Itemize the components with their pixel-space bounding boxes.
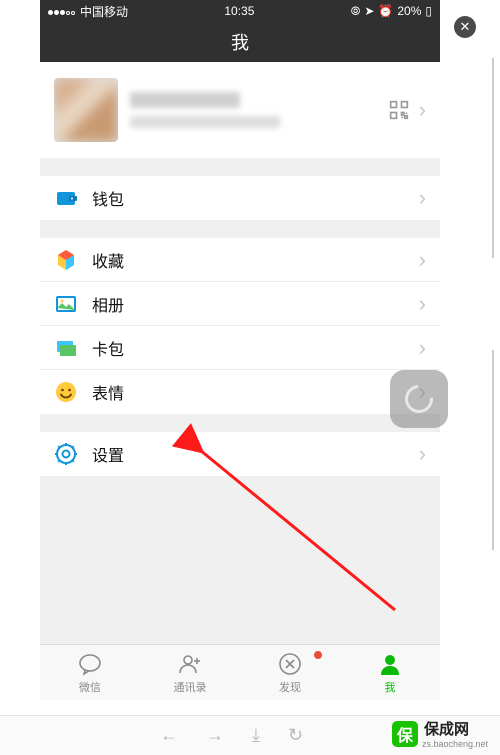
emoji-icon: [54, 380, 78, 404]
location-icon: ➤: [364, 4, 374, 18]
refresh-icon[interactable]: ↻: [288, 725, 303, 746]
watermark-logo-icon: 保: [392, 721, 418, 747]
menu-row-fav[interactable]: 收藏›: [40, 238, 440, 282]
discover-badge: [314, 651, 322, 659]
menu-label: 相册: [92, 292, 419, 316]
back-icon[interactable]: ←: [160, 725, 178, 746]
menu-row-card[interactable]: 卡包›: [40, 326, 440, 370]
menu-row-album[interactable]: 相册›: [40, 282, 440, 326]
battery-icon: ▯: [425, 4, 432, 18]
status-bar: 中国移动 10:35 ⦾ ➤ ⏰ 20% ▯: [40, 0, 440, 22]
chevron-right-icon: ›: [419, 249, 426, 271]
watermark-brand: 保成网: [424, 718, 488, 739]
chat-tab-icon: [77, 651, 103, 677]
tab-contacts[interactable]: 通讯录: [140, 645, 240, 700]
alarm-icon: ⏰: [378, 4, 393, 18]
discover-tab-icon: [277, 651, 303, 677]
forward-icon[interactable]: →: [206, 725, 224, 746]
avatar: [54, 78, 118, 142]
menu-row-wallet[interactable]: 钱包›: [40, 176, 440, 220]
contacts-tab-icon: [177, 651, 203, 677]
signal-dots-icon: [48, 4, 76, 18]
tab-label: 微信: [79, 679, 101, 695]
nav-bar: 我: [40, 22, 440, 62]
fav-icon: [54, 248, 78, 272]
close-button[interactable]: ✕: [454, 16, 476, 38]
wallet-icon: [54, 186, 78, 210]
download-icon[interactable]: ⤓: [252, 725, 260, 746]
menu-row-settings[interactable]: 设置›: [40, 432, 440, 476]
clock: 10:35: [224, 4, 254, 18]
chevron-right-icon: ›: [419, 187, 426, 209]
menu-label: 收藏: [92, 248, 419, 272]
tab-me[interactable]: 我: [340, 645, 440, 700]
profile-row[interactable]: ›: [40, 62, 440, 158]
lock-icon: ⦾: [351, 4, 361, 19]
watermark-url: zs.baocheng.net: [422, 739, 488, 749]
menu-label: 设置: [92, 442, 419, 466]
watermark: 保 保成网 zs.baocheng.net: [392, 718, 488, 749]
chevron-right-icon: ›: [419, 99, 426, 121]
menu-row-emoji[interactable]: 表情›: [40, 370, 440, 414]
album-icon: [54, 292, 78, 316]
me-tab-icon: [377, 651, 403, 677]
qr-icon[interactable]: [389, 100, 409, 120]
profile-name-blur: [130, 92, 240, 108]
scroll-indicator: [492, 58, 494, 258]
menu-label: 卡包: [92, 336, 419, 360]
tab-discover[interactable]: 发现: [240, 645, 340, 700]
menu-label: 钱包: [92, 186, 419, 210]
loading-icon: [399, 379, 438, 418]
tab-bar: 微信 通讯录 发现 我: [40, 644, 440, 700]
menu-label: 表情: [92, 380, 419, 404]
battery-pct: 20%: [397, 4, 421, 18]
tab-chat[interactable]: 微信: [40, 645, 140, 700]
card-icon: [54, 336, 78, 360]
chevron-right-icon: ›: [419, 293, 426, 315]
tab-label: 通讯录: [174, 679, 207, 695]
page-title: 我: [231, 29, 249, 55]
assistive-touch[interactable]: [390, 370, 448, 428]
carrier-label: 中国移动: [80, 3, 128, 20]
scroll-indicator: [492, 350, 494, 550]
phone-screen: 中国移动 10:35 ⦾ ➤ ⏰ 20% ▯ 我 ›: [40, 0, 440, 700]
profile-id-blur: [130, 116, 280, 128]
tab-label: 我: [385, 679, 396, 695]
settings-icon: [54, 442, 78, 466]
tab-label: 发现: [279, 679, 301, 695]
chevron-right-icon: ›: [419, 443, 426, 465]
chevron-right-icon: ›: [419, 337, 426, 359]
